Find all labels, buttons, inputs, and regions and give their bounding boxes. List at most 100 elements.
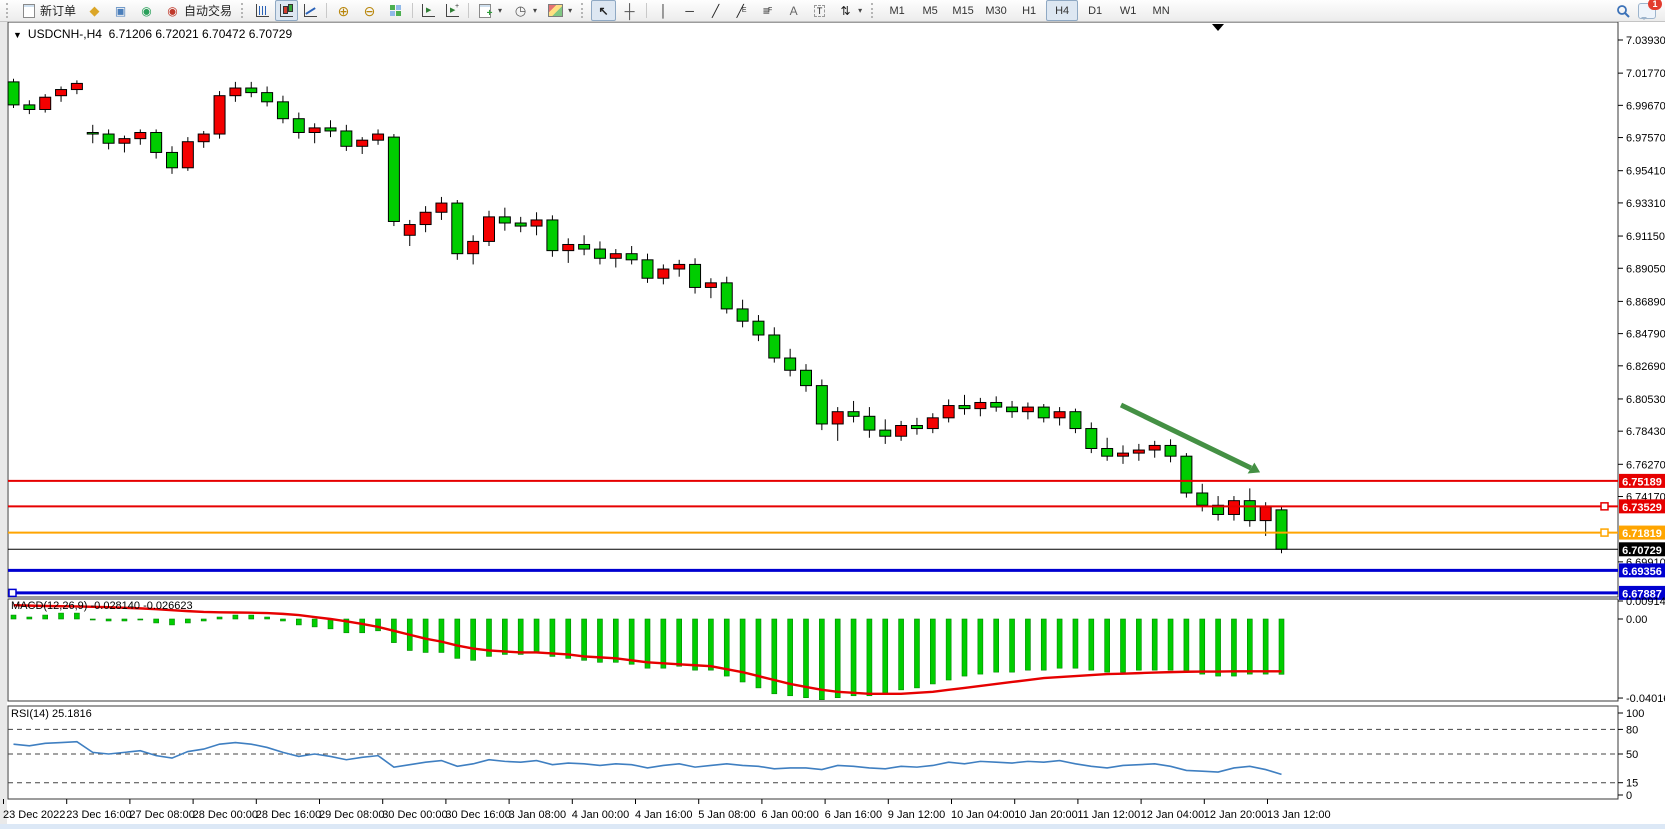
search-icon[interactable] <box>1615 3 1630 18</box>
svg-text:6.73529: 6.73529 <box>1622 502 1662 514</box>
svg-text:23 Dec 2022: 23 Dec 2022 <box>3 809 65 821</box>
toolbar-separator <box>412 3 413 18</box>
timeframe-m5[interactable]: M5 <box>914 0 946 21</box>
arrows-button[interactable]: ⇅ ▾ <box>833 0 867 21</box>
svg-text:6.97570: 6.97570 <box>1626 133 1665 145</box>
candle-body <box>1165 445 1176 456</box>
macd-bar <box>439 619 444 652</box>
period-button[interactable]: ◷ ▾ <box>508 0 542 21</box>
timeframe-m15[interactable]: M15 <box>947 0 979 21</box>
svg-text:4 Jan 00:00: 4 Jan 00:00 <box>572 809 630 821</box>
candle-body <box>610 254 621 259</box>
bar-chart-button[interactable] <box>251 0 274 21</box>
candle-body <box>816 386 827 424</box>
zoom-out-button[interactable]: ⊖ <box>357 0 382 21</box>
timeframe-h1[interactable]: H1 <box>1013 0 1045 21</box>
text-label-button[interactable]: T <box>807 0 832 21</box>
collapse-triangle-icon[interactable]: ▼ <box>13 30 22 40</box>
macd-bar <box>138 619 143 620</box>
timeframe-m1[interactable]: M1 <box>881 0 913 21</box>
toolbar-grip <box>6 3 12 18</box>
macd-bar <box>1200 619 1205 674</box>
svg-text:27 Dec 08:00: 27 Dec 08:00 <box>129 809 194 821</box>
candle-body <box>769 335 780 358</box>
macd-bar <box>1216 619 1221 676</box>
line-handle[interactable] <box>9 589 16 596</box>
macd-pane[interactable] <box>8 599 1618 701</box>
indicators-button[interactable]: ▾ <box>543 0 577 21</box>
candle-body <box>943 406 954 418</box>
svg-text:4 Jan 16:00: 4 Jan 16:00 <box>635 809 693 821</box>
deposit-button[interactable]: ◆ <box>82 0 107 21</box>
new-order-button[interactable]: 新订单 <box>16 0 81 21</box>
clock-icon: ◷ <box>513 3 528 18</box>
macd-bar <box>201 619 206 621</box>
candle-body <box>642 260 653 278</box>
candle-body <box>832 412 843 424</box>
macd-bar <box>43 615 48 619</box>
macd-bar <box>930 619 935 684</box>
svg-text:13 Jan 12:00: 13 Jan 12:00 <box>1267 809 1331 821</box>
macd-bar <box>1247 619 1252 674</box>
chevron-down-icon: ▾ <box>533 6 537 15</box>
text-button[interactable]: A <box>781 0 806 21</box>
timeframe-d1[interactable]: D1 <box>1079 0 1111 21</box>
timeframe-w1[interactable]: W1 <box>1112 0 1144 21</box>
crosshair-button[interactable]: ┼ <box>617 0 642 21</box>
cursor-button[interactable]: ↖ <box>591 0 616 21</box>
chart-shift-button[interactable]: ▶+ <box>441 0 464 21</box>
zoom-in-button[interactable]: ⊕ <box>331 0 356 21</box>
candle-body <box>309 128 320 133</box>
candle-body <box>246 88 257 93</box>
candle-body <box>801 370 812 385</box>
candle-body <box>357 140 368 146</box>
macd-bar <box>328 619 333 629</box>
candle-body <box>436 203 447 212</box>
candle-body <box>1102 449 1113 457</box>
horizontal-line-button[interactable]: ─ <box>677 0 702 21</box>
candle-body <box>1086 429 1097 449</box>
timeframe-mn[interactable]: MN <box>1145 0 1177 21</box>
chart-canvas[interactable]: 7.039307.017706.996706.975706.954106.933… <box>0 0 1665 829</box>
macd-bar <box>693 619 698 670</box>
line-handle[interactable] <box>1601 529 1608 536</box>
line-handle[interactable] <box>1601 503 1608 510</box>
svg-text:50: 50 <box>1626 749 1638 761</box>
candle-body <box>40 97 51 109</box>
candlestick-chart-icon <box>280 4 293 17</box>
macd-bar <box>1041 619 1046 670</box>
main-price-pane[interactable] <box>8 22 1618 597</box>
svg-text:6.70729: 6.70729 <box>1622 545 1662 557</box>
macd-bar <box>502 619 507 654</box>
line-chart-button[interactable] <box>299 0 322 21</box>
candle-body <box>452 203 463 254</box>
toolbar-separator <box>326 3 327 18</box>
auto-scroll-button[interactable]: ▶ <box>417 0 440 21</box>
candle-body <box>1228 501 1239 515</box>
fibonacci-button[interactable]: ≡F <box>755 0 780 21</box>
candle-body <box>56 90 67 96</box>
vertical-line-button[interactable]: │ <box>651 0 676 21</box>
autotrading-button[interactable]: ◉ 自动交易 <box>160 0 237 21</box>
new-chart-button[interactable]: + ▾ <box>473 0 507 21</box>
tile-windows-button[interactable] <box>383 0 408 21</box>
trendline-button[interactable]: ╱ <box>703 0 728 21</box>
timeframe-h4[interactable]: H4 <box>1046 0 1078 21</box>
macd-bar <box>170 619 175 625</box>
candle-body <box>1244 501 1255 521</box>
zoom-in-icon: ⊕ <box>336 3 351 18</box>
svg-text:0.00: 0.00 <box>1626 614 1647 626</box>
timeframe-m30[interactable]: M30 <box>980 0 1012 21</box>
svg-text:6 Jan 16:00: 6 Jan 16:00 <box>825 809 883 821</box>
community-button[interactable]: ▣ <box>108 0 133 21</box>
rsi-pane[interactable] <box>8 706 1618 799</box>
svg-text:6 Jan 00:00: 6 Jan 00:00 <box>761 809 819 821</box>
chat-icon[interactable]: 1 <box>1638 3 1656 19</box>
candle-body <box>896 425 907 436</box>
candlestick-chart-button[interactable] <box>275 0 298 21</box>
text-label-icon: T <box>812 3 827 18</box>
macd-bar <box>74 613 79 619</box>
signals-button[interactable]: ◉ <box>134 0 159 21</box>
svg-text:80: 80 <box>1626 724 1638 736</box>
channel-button[interactable]: ╱E <box>729 0 754 21</box>
